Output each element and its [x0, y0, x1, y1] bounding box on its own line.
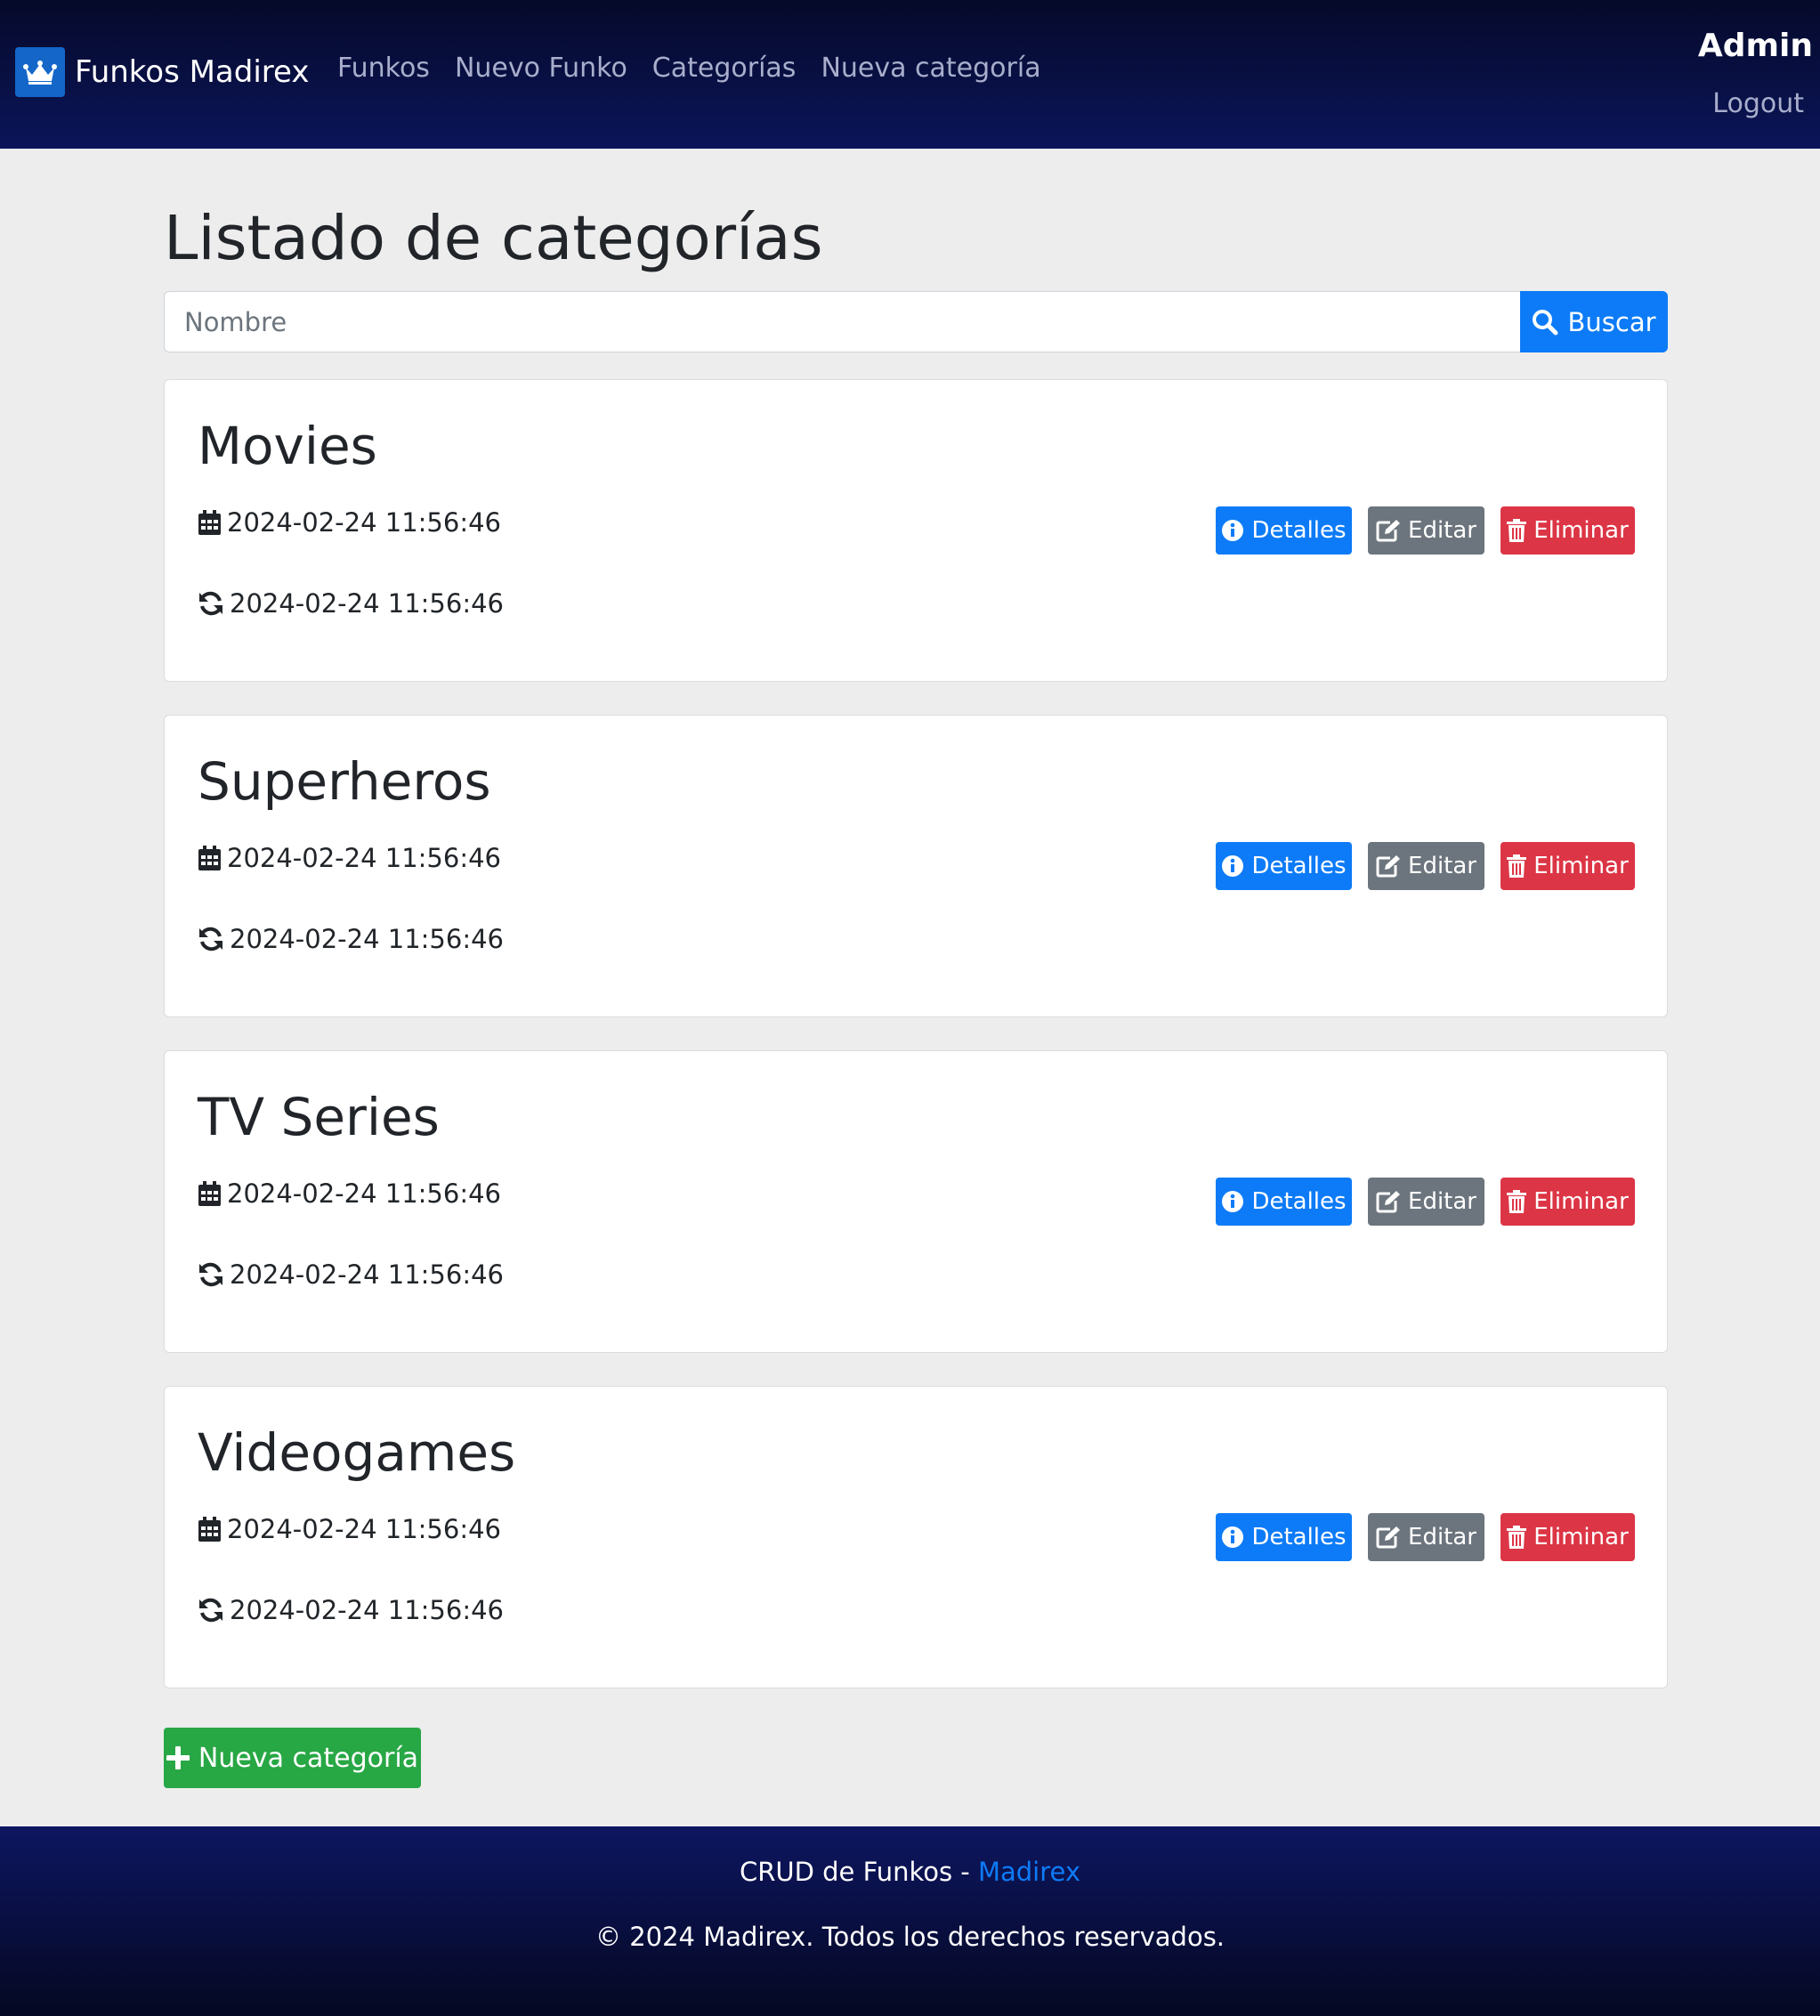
created-at: 2024-02-24 11:56:46: [198, 843, 501, 873]
created-at-value: 2024-02-24 11:56:46: [227, 1514, 501, 1544]
top-navbar: Funkos Madirex Funkos Nuevo Funko Catego…: [0, 0, 1820, 149]
details-button[interactable]: Detalles: [1216, 842, 1352, 890]
card-actions: Detalles Editar Eliminar: [1216, 842, 1635, 890]
brand-link[interactable]: Funkos Madirex: [15, 47, 309, 97]
new-category-button[interactable]: Nueva categoría: [164, 1728, 421, 1788]
edit-button[interactable]: Editar: [1368, 842, 1484, 890]
created-at-value: 2024-02-24 11:56:46: [227, 1178, 501, 1209]
updated-at-value: 2024-02-24 11:56:46: [230, 1259, 504, 1290]
edit-button[interactable]: Editar: [1368, 1513, 1484, 1561]
info-icon: [1221, 519, 1244, 542]
category-name: Superheros: [198, 751, 491, 812]
created-at-value: 2024-02-24 11:56:46: [227, 507, 501, 538]
nav-link-categorias[interactable]: Categorías: [652, 53, 797, 84]
updated-at-value: 2024-02-24 11:56:46: [230, 1595, 504, 1625]
delete-label: Eliminar: [1533, 853, 1629, 879]
delete-label: Eliminar: [1533, 517, 1629, 544]
search-icon: [1532, 309, 1558, 336]
updated-at: 2024-02-24 11:56:46: [198, 924, 504, 954]
refresh-icon: [198, 926, 224, 952]
edit-icon: [1376, 1190, 1401, 1213]
plus-icon: [166, 1746, 190, 1769]
details-label: Detalles: [1251, 853, 1347, 879]
card-actions: Detalles Editar Eliminar: [1216, 506, 1635, 555]
info-icon: [1221, 854, 1244, 878]
search-input[interactable]: [164, 291, 1520, 352]
updated-at: 2024-02-24 11:56:46: [198, 1595, 504, 1625]
details-label: Detalles: [1251, 517, 1347, 544]
delete-button[interactable]: Eliminar: [1500, 506, 1635, 555]
edit-icon: [1376, 854, 1401, 878]
crown-icon: [15, 47, 65, 97]
category-name: TV Series: [198, 1087, 440, 1147]
trash-icon: [1507, 519, 1527, 542]
info-icon: [1221, 1190, 1244, 1213]
search-button-label: Buscar: [1567, 306, 1656, 337]
updated-at: 2024-02-24 11:56:46: [198, 1259, 504, 1290]
delete-label: Eliminar: [1533, 1524, 1629, 1550]
updated-at-value: 2024-02-24 11:56:46: [230, 588, 504, 619]
calendar-icon: [198, 1516, 222, 1542]
delete-button[interactable]: Eliminar: [1500, 1178, 1635, 1226]
edit-icon: [1376, 1526, 1401, 1549]
details-button[interactable]: Detalles: [1216, 506, 1352, 555]
footer-copyright: © 2024 Madirex. Todos los derechos reser…: [595, 1922, 1225, 1952]
details-label: Detalles: [1251, 1188, 1347, 1215]
trash-icon: [1507, 854, 1527, 878]
category-card: Movies 2024-02-24 11:56:46 2024-02-24 11…: [164, 379, 1668, 682]
delete-label: Eliminar: [1533, 1188, 1629, 1215]
search-button[interactable]: Buscar: [1520, 291, 1668, 352]
footer-prefix: CRUD de Funkos -: [739, 1857, 978, 1887]
category-card: Superheros 2024-02-24 11:56:46 2024-02-2…: [164, 715, 1668, 1017]
user-name: Admin: [1697, 28, 1813, 64]
created-at-value: 2024-02-24 11:56:46: [227, 843, 501, 873]
updated-at-value: 2024-02-24 11:56:46: [230, 924, 504, 954]
card-actions: Detalles Editar Eliminar: [1216, 1513, 1635, 1561]
refresh-icon: [198, 1261, 224, 1288]
category-name: Videogames: [198, 1422, 516, 1483]
edit-label: Editar: [1408, 1524, 1476, 1550]
edit-icon: [1376, 519, 1401, 542]
nav-link-nuevo-funko[interactable]: Nuevo Funko: [455, 53, 627, 84]
category-card: Videogames 2024-02-24 11:56:46 2024-02-2…: [164, 1386, 1668, 1688]
category-card: TV Series 2024-02-24 11:56:46 2024-02-24…: [164, 1050, 1668, 1353]
edit-label: Editar: [1408, 1188, 1476, 1215]
details-button[interactable]: Detalles: [1216, 1513, 1352, 1561]
calendar-icon: [198, 509, 222, 536]
edit-button[interactable]: Editar: [1368, 506, 1484, 555]
footer-madirex-link[interactable]: Madirex: [978, 1857, 1080, 1887]
category-name: Movies: [198, 416, 377, 476]
delete-button[interactable]: Eliminar: [1500, 842, 1635, 890]
calendar-icon: [198, 845, 222, 871]
search-form: Buscar: [164, 291, 1668, 352]
details-label: Detalles: [1251, 1524, 1347, 1550]
created-at: 2024-02-24 11:56:46: [198, 507, 501, 538]
edit-label: Editar: [1408, 853, 1476, 879]
updated-at: 2024-02-24 11:56:46: [198, 588, 504, 619]
nav-links: Funkos Nuevo Funko Categorías Nueva cate…: [337, 53, 1041, 84]
logout-link[interactable]: Logout: [1712, 88, 1804, 119]
footer: CRUD de Funkos - Madirex © 2024 Madirex.…: [0, 1826, 1820, 2016]
trash-icon: [1507, 1190, 1527, 1213]
brand-name: Funkos Madirex: [75, 54, 310, 90]
refresh-icon: [198, 1597, 224, 1623]
delete-button[interactable]: Eliminar: [1500, 1513, 1635, 1561]
edit-label: Editar: [1408, 517, 1476, 544]
created-at: 2024-02-24 11:56:46: [198, 1514, 501, 1544]
details-button[interactable]: Detalles: [1216, 1178, 1352, 1226]
nav-link-funkos[interactable]: Funkos: [337, 53, 430, 84]
card-actions: Detalles Editar Eliminar: [1216, 1178, 1635, 1226]
new-category-label: Nueva categoría: [198, 1742, 419, 1774]
trash-icon: [1507, 1526, 1527, 1549]
calendar-icon: [198, 1180, 222, 1207]
info-icon: [1221, 1526, 1244, 1549]
page-title: Listado de categorías: [164, 203, 823, 274]
footer-credit: CRUD de Funkos - Madirex: [0, 1857, 1820, 1887]
edit-button[interactable]: Editar: [1368, 1178, 1484, 1226]
created-at: 2024-02-24 11:56:46: [198, 1178, 501, 1209]
nav-link-nueva-categoria[interactable]: Nueva categoría: [821, 53, 1040, 84]
refresh-icon: [198, 590, 224, 617]
